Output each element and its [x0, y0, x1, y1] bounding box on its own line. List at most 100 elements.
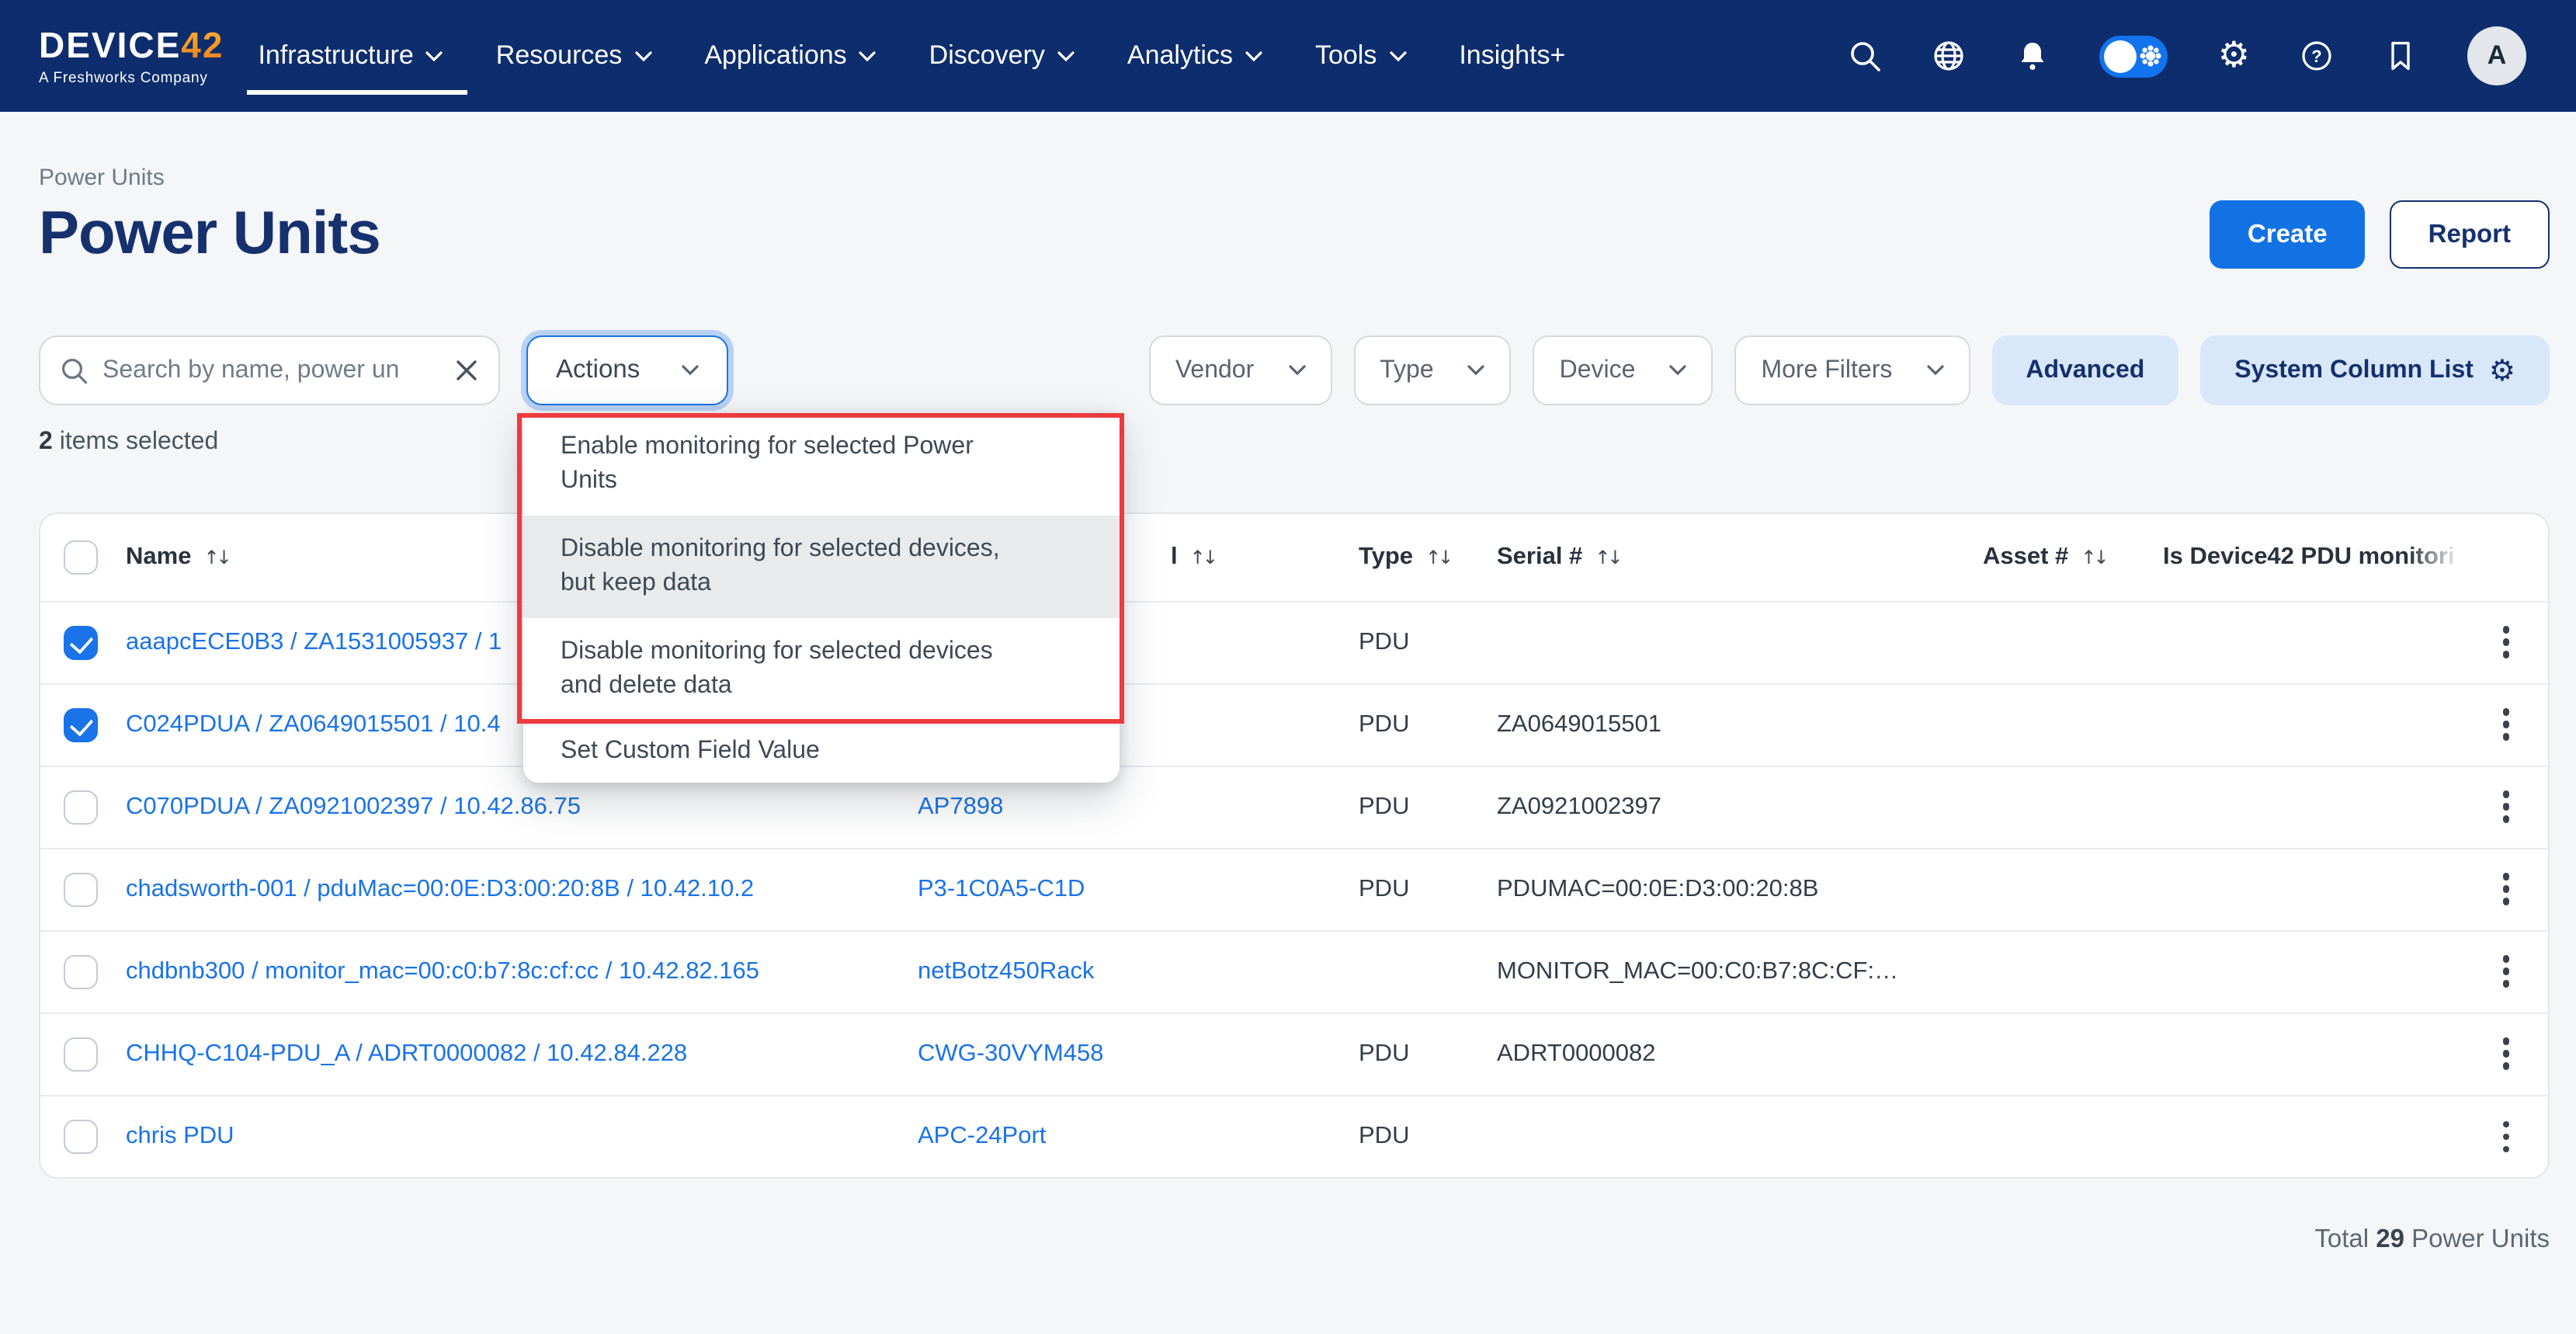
menu-item-enable-monitoring[interactable]: Enable monitoring for selected Power Uni… [523, 413, 1120, 516]
power-unit-link[interactable]: CHHQ-C104-PDU_A / ADRT0000082 / 10.42.84… [126, 1040, 687, 1066]
vendor-filter[interactable]: Vendor [1149, 335, 1331, 405]
actions-dropdown-button[interactable]: Actions [526, 335, 728, 405]
globe-icon[interactable] [1932, 39, 1967, 73]
column-header-asset[interactable]: Asset #↑↓ [1983, 514, 2163, 601]
search-icon[interactable] [1849, 39, 1883, 73]
row-checkbox[interactable] [64, 954, 98, 988]
row-checkbox[interactable] [64, 872, 98, 906]
power-unit-link[interactable]: C070PDUA / ZA0921002397 / 10.42.86.75 [126, 793, 581, 819]
column-header-serial[interactable]: Serial #↑↓ [1497, 514, 1983, 601]
gear-icon: ⚙ [2489, 353, 2515, 387]
row-checkbox[interactable] [64, 1037, 98, 1071]
bookmark-icon[interactable] [2383, 39, 2418, 73]
page-content: Power Units Power Units Create Report Ac… [0, 165, 2576, 1255]
sort-icon[interactable]: ↑↓ [2081, 547, 2106, 568]
svg-text:?: ? [2311, 47, 2321, 66]
nav-label: Resources [496, 40, 623, 71]
device-filter[interactable]: Device [1533, 335, 1713, 405]
clear-search-icon[interactable] [455, 359, 478, 382]
column-header-fragment: l↑↓ [1171, 544, 1215, 571]
search-icon [61, 356, 89, 384]
chevron-down-icon [1245, 50, 1262, 61]
type-cell: PDU [1359, 1123, 1409, 1149]
select-all-checkbox[interactable] [64, 540, 98, 575]
type-filter[interactable]: Type [1353, 335, 1511, 405]
row-menu-kebab-icon[interactable] [2480, 863, 2533, 915]
system-column-list-button[interactable]: System Column List ⚙ [2200, 335, 2550, 405]
more-filters-button[interactable]: More Filters [1734, 335, 1970, 405]
sort-icon[interactable]: ↑↓ [203, 547, 228, 568]
nav-item-insights[interactable]: Insights+ [1459, 40, 1565, 71]
search-box[interactable] [39, 335, 500, 405]
navbar-utilities: ⚙ ? A [1849, 26, 2526, 85]
power-units-table: Name↑↓ l↑↓ Type↑↓ Serial #↑↓ Asset #↑↓ I… [40, 514, 2550, 1177]
sort-icon[interactable]: ↑↓ [1425, 547, 1450, 568]
settings-gear-icon[interactable]: ⚙ [2218, 39, 2250, 73]
menu-item-disable-delete-data[interactable]: Disable monitoring for selected devices … [523, 618, 1120, 721]
selected-count: 2 [39, 429, 53, 455]
search-input[interactable] [102, 356, 441, 384]
power-unit-link[interactable]: chadsworth-001 / pduMac=00:0E:D3:00:20:8… [126, 875, 754, 901]
nav-item-infrastructure[interactable]: Infrastructure [258, 40, 443, 71]
table-row: chris PDU APC-24Port PDU [40, 1095, 2550, 1177]
advanced-button[interactable]: Advanced [1991, 335, 2178, 405]
row-menu-kebab-icon[interactable] [2480, 1110, 2533, 1163]
row-menu-kebab-icon[interactable] [2480, 780, 2533, 833]
sun-icon [2147, 51, 2156, 61]
sort-icon[interactable]: ↑↓ [1190, 547, 1215, 568]
column-header-type[interactable]: Type↑↓ [1359, 514, 1497, 601]
report-button[interactable]: Report [2390, 200, 2550, 269]
help-icon[interactable]: ? [2300, 39, 2334, 73]
sort-icon[interactable]: ↑↓ [1595, 547, 1620, 568]
power-unit-link[interactable]: aaapcECE0B3 / ZA1531005937 / 1 [126, 628, 502, 655]
theme-toggle[interactable] [2100, 35, 2168, 77]
selected-label: items selected [53, 429, 218, 455]
row-checkbox[interactable] [64, 1120, 98, 1154]
table-header-row: Name↑↓ l↑↓ Type↑↓ Serial #↑↓ Asset #↑↓ I… [40, 514, 2550, 601]
power-unit-link[interactable]: chdbnb300 / monitor_mac=00:c0:b7:8c:cf:c… [126, 957, 759, 984]
row-menu-kebab-icon[interactable] [2480, 945, 2533, 998]
nav-item-analytics[interactable]: Analytics [1127, 40, 1262, 71]
menu-item-disable-keep-data[interactable]: Disable monitoring for selected devices,… [523, 516, 1120, 618]
device-link[interactable]: APC-24Port [918, 1123, 1046, 1149]
type-cell: PDU [1359, 875, 1409, 901]
row-checkbox[interactable] [64, 625, 98, 659]
row-menu-kebab-icon[interactable] [2480, 616, 2533, 669]
row-checkbox[interactable] [64, 707, 98, 742]
device-link[interactable]: AP7898 [918, 793, 1003, 819]
type-cell: PDU [1359, 710, 1409, 737]
user-avatar[interactable]: A [2467, 26, 2526, 85]
system-column-list-label: System Column List [2234, 356, 2474, 384]
table-row: chadsworth-001 / pduMac=00:0E:D3:00:20:8… [40, 848, 2550, 930]
logo-tagline: A Freshworks Company [39, 72, 224, 87]
device-link[interactable]: P3-1C0A5-C1D [918, 875, 1085, 901]
breadcrumb[interactable]: Power Units [39, 165, 2550, 191]
main-menu: Infrastructure Resources Applications Di… [258, 40, 1565, 71]
nav-item-tools[interactable]: Tools [1315, 40, 1406, 71]
nav-label: Discovery [929, 40, 1045, 71]
menu-item-line: Set Custom Field Value [561, 735, 1082, 769]
nav-item-discovery[interactable]: Discovery [929, 40, 1074, 71]
menu-item-set-custom-field[interactable]: Set Custom Field Value [523, 721, 1120, 783]
device-link[interactable]: netBotz450Rack [918, 957, 1095, 984]
device42-logo[interactable]: DEVICE42 A Freshworks Company [39, 29, 224, 87]
nav-label: Infrastructure [258, 40, 413, 71]
chevron-down-icon [682, 365, 699, 376]
nav-item-resources[interactable]: Resources [496, 40, 652, 71]
chevron-down-icon [1468, 365, 1485, 376]
serial-cell: ADRT0000082 [1497, 1040, 1656, 1066]
row-menu-kebab-icon[interactable] [2480, 1027, 2533, 1080]
chevron-down-icon [1389, 50, 1406, 61]
serial-cell: ZA0921002397 [1497, 793, 1661, 819]
column-header-monitoring[interactable]: Is Device42 PDU monitori [2163, 514, 2461, 601]
bell-icon[interactable] [2016, 39, 2050, 73]
create-button[interactable]: Create [2210, 200, 2365, 269]
nav-item-applications[interactable]: Applications [704, 40, 876, 71]
column-header-actions [2461, 514, 2550, 601]
row-menu-kebab-icon[interactable] [2480, 698, 2533, 751]
row-checkbox[interactable] [64, 790, 98, 824]
chevron-down-icon [426, 50, 443, 61]
power-unit-link[interactable]: C024PDUA / ZA0649015501 / 10.4 [126, 710, 501, 737]
device-link[interactable]: CWG-30VYM458 [918, 1040, 1103, 1066]
power-unit-link[interactable]: chris PDU [126, 1123, 234, 1149]
